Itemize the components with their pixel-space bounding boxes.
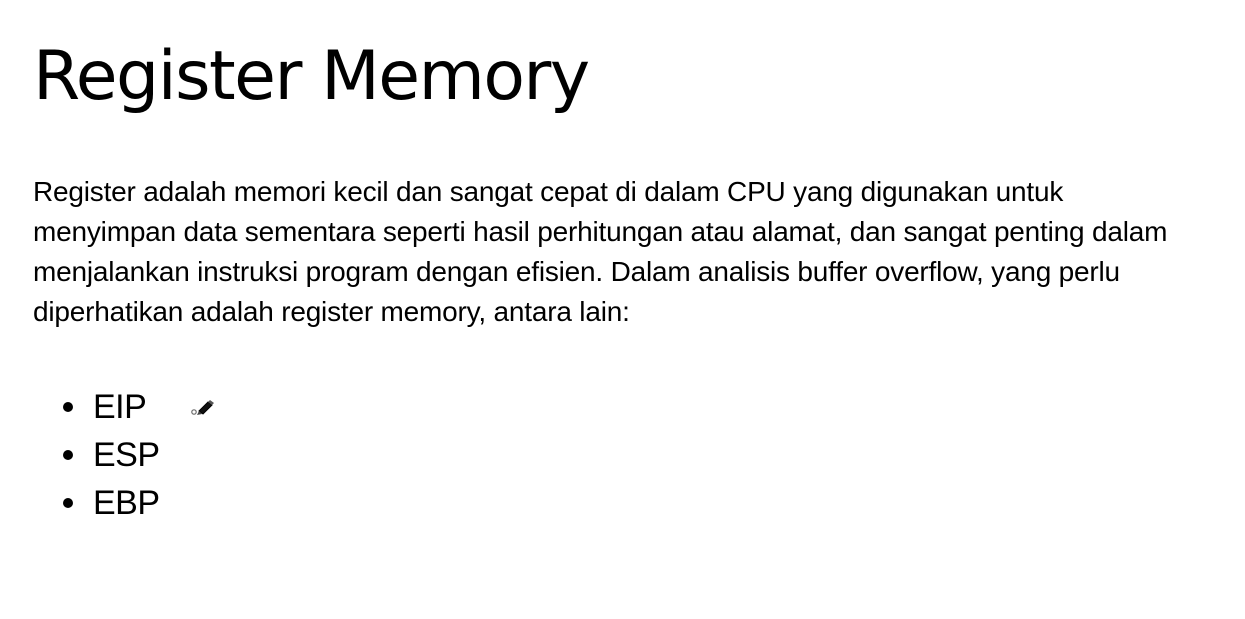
document-page: Register Memory Register adalah memori k… <box>0 0 1245 619</box>
pen-cursor-icon <box>190 397 216 417</box>
register-list: EIP ESP EBP <box>33 383 160 527</box>
bullet-icon <box>63 498 73 508</box>
register-label: EBP <box>93 484 160 522</box>
list-item: EBP <box>33 479 160 527</box>
bullet-icon <box>63 450 73 460</box>
list-item: EIP <box>33 383 160 431</box>
intro-paragraph: Register adalah memori kecil dan sangat … <box>33 176 1168 327</box>
bullet-icon <box>63 402 73 412</box>
register-label: EIP <box>93 388 147 426</box>
register-label: ESP <box>93 436 160 474</box>
page-title: Register Memory <box>33 37 590 116</box>
list-item: ESP <box>33 431 160 479</box>
